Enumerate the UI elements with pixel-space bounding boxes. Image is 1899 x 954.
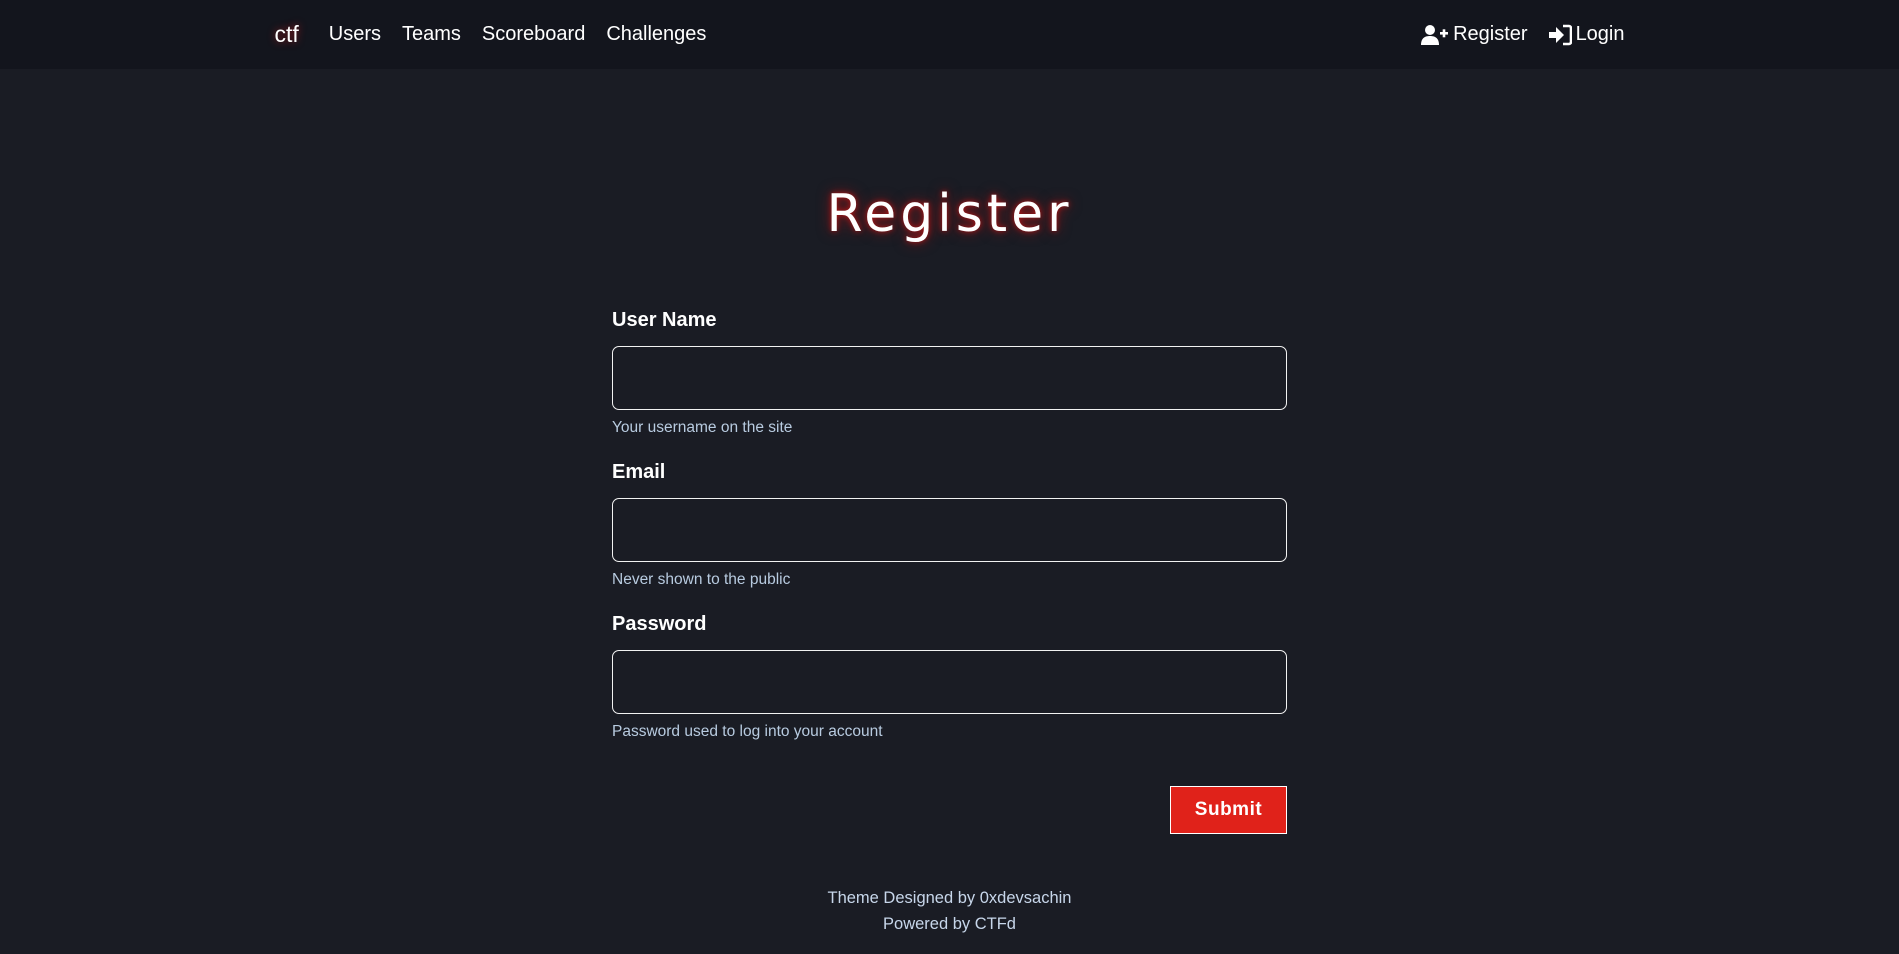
nav-link-teams[interactable]: Teams xyxy=(402,23,461,46)
email-input[interactable] xyxy=(612,498,1287,562)
page-header: Register xyxy=(0,69,1899,305)
nav-login-label: Login xyxy=(1575,23,1625,45)
page-title: Register xyxy=(826,184,1073,244)
nav-left: ctf Users Teams Scoreboard Challenges xyxy=(275,21,728,48)
password-input[interactable] xyxy=(612,650,1287,714)
brand-link[interactable]: ctf xyxy=(275,21,299,48)
nav-link-scoreboard[interactable]: Scoreboard xyxy=(482,23,585,46)
email-group: Email Never shown to the public xyxy=(612,458,1287,590)
submit-button[interactable]: Submit xyxy=(1170,786,1287,834)
nav-link-challenges[interactable]: Challenges xyxy=(606,23,706,46)
email-help: Never shown to the public xyxy=(612,571,791,588)
password-label: Password xyxy=(612,613,707,635)
footer-theme-credit[interactable]: Theme Designed by 0xdevsachin xyxy=(0,885,1899,911)
nav-register-link[interactable]: Register xyxy=(1421,23,1528,46)
nav-register-label: Register xyxy=(1453,23,1528,45)
nav-right: Register Login xyxy=(1401,23,1625,46)
navbar-inner: ctf Users Teams Scoreboard Challenges Re… xyxy=(260,21,1640,48)
username-group: User Name Your username on the site xyxy=(612,306,1287,438)
username-label: User Name xyxy=(612,309,717,331)
sign-in-icon xyxy=(1548,24,1572,45)
username-help: Your username on the site xyxy=(612,419,793,436)
register-form: User Name Your username on the site Emai… xyxy=(612,306,1287,834)
password-help: Password used to log into your account xyxy=(612,723,883,740)
password-group: Password Password used to log into your … xyxy=(612,610,1287,742)
footer: Theme Designed by 0xdevsachin Powered by… xyxy=(0,885,1899,937)
navbar: ctf Users Teams Scoreboard Challenges Re… xyxy=(0,0,1899,69)
username-input[interactable] xyxy=(612,346,1287,410)
nav-login-link[interactable]: Login xyxy=(1548,23,1625,46)
nav-link-users[interactable]: Users xyxy=(329,23,381,46)
user-plus-icon xyxy=(1421,24,1449,45)
email-label: Email xyxy=(612,461,666,483)
submit-row: Submit xyxy=(612,786,1287,834)
footer-powered-by[interactable]: Powered by CTFd xyxy=(0,911,1899,937)
